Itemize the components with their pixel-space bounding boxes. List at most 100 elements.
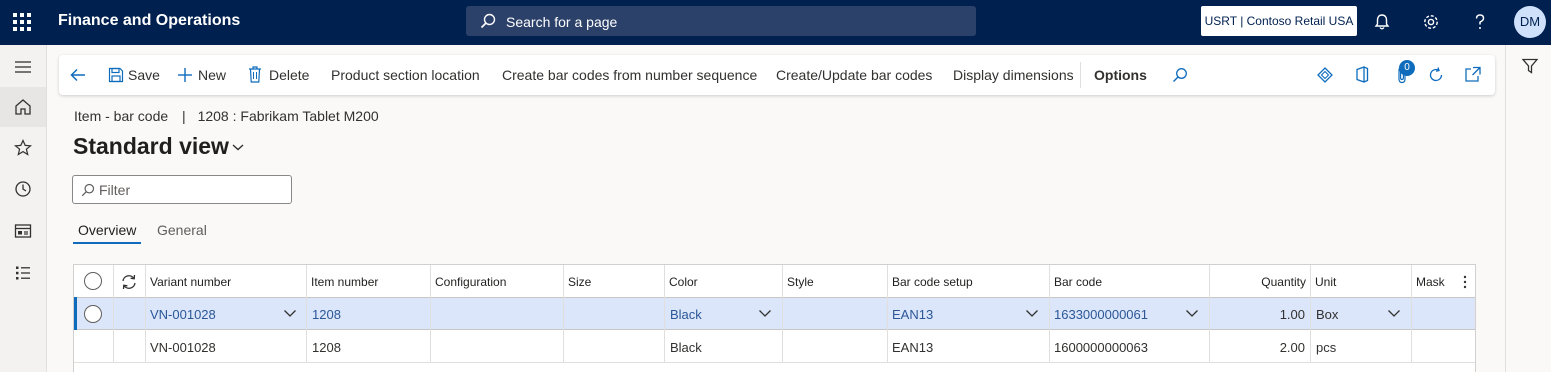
- delete-button[interactable]: Delete: [269, 67, 309, 83]
- cell-unit[interactable]: pcs: [1316, 340, 1336, 355]
- breadcrumb: Item - bar code | 1208 : Fabrikam Tablet…: [74, 108, 379, 124]
- filter-placeholder: Filter: [99, 182, 131, 198]
- create-update-bar-codes-button[interactable]: Create/Update bar codes: [776, 67, 932, 83]
- column-header-size[interactable]: Size: [568, 275, 591, 289]
- cell-color[interactable]: Black: [670, 340, 702, 355]
- save-button[interactable]: Save: [128, 67, 160, 83]
- attachment-count-badge: 0: [1399, 60, 1415, 76]
- column-header-mask[interactable]: Mask: [1416, 275, 1445, 289]
- selected-row-indicator: [74, 297, 77, 330]
- cell-bar-code[interactable]: 1600000000063: [1054, 340, 1148, 355]
- waffle-icon[interactable]: [12, 12, 32, 32]
- modules-list-icon[interactable]: [13, 263, 33, 283]
- column-header-bar-code[interactable]: Bar code: [1054, 275, 1102, 289]
- chevron-down-icon[interactable]: [283, 309, 297, 318]
- tab-general[interactable]: General: [157, 222, 207, 238]
- column-header-configuration[interactable]: Configuration: [435, 275, 506, 289]
- page-title[interactable]: Standard view: [73, 133, 229, 160]
- column-header-unit[interactable]: Unit: [1315, 275, 1336, 289]
- help-icon[interactable]: [1470, 12, 1490, 32]
- tab-selected-indicator: [73, 242, 141, 244]
- column-divider: [664, 265, 665, 363]
- cell-bar-code-setup[interactable]: EAN13: [892, 307, 933, 322]
- column-divider: [1209, 265, 1210, 363]
- refresh-icon[interactable]: [1427, 66, 1445, 84]
- gear-icon[interactable]: [1421, 12, 1441, 32]
- column-divider: [145, 265, 146, 363]
- column-divider: [113, 265, 114, 363]
- column-divider: [306, 265, 307, 363]
- power-apps-icon[interactable]: [1317, 67, 1333, 83]
- chevron-down-icon[interactable]: [231, 142, 245, 152]
- column-divider: [563, 265, 564, 363]
- new-button[interactable]: New: [198, 67, 226, 83]
- column-header-bar-code-setup[interactable]: Bar code setup: [892, 275, 973, 289]
- cell-variant-number[interactable]: VN-001028: [150, 307, 216, 322]
- column-header-variant-number[interactable]: Variant number: [150, 275, 231, 289]
- cell-item-number[interactable]: 1208: [312, 307, 341, 322]
- office-icon[interactable]: [1355, 66, 1369, 83]
- bar-code-grid: Variant number Item number Configuration…: [73, 264, 1476, 372]
- action-separator: [1080, 62, 1081, 88]
- save-icon: [108, 67, 124, 83]
- open-in-new-window-icon[interactable]: [1464, 66, 1482, 83]
- user-avatar[interactable]: DM: [1514, 6, 1546, 38]
- menu-icon[interactable]: [13, 57, 33, 77]
- bell-icon[interactable]: [1372, 12, 1392, 32]
- select-all-radio[interactable]: [84, 272, 102, 290]
- create-bar-codes-from-number-sequence-button[interactable]: Create bar codes from number sequence: [502, 67, 757, 83]
- cell-variant-number[interactable]: VN-001028: [150, 340, 216, 355]
- cell-bar-code-setup[interactable]: EAN13: [892, 340, 933, 355]
- product-section-location-button[interactable]: Product section location: [331, 67, 480, 83]
- column-divider: [1049, 265, 1050, 363]
- action-pane: Save New Delete Product section location…: [59, 55, 1495, 95]
- cell-unit[interactable]: Box: [1316, 307, 1338, 322]
- breadcrumb-record: 1208 : Fabrikam Tablet M200: [197, 108, 379, 124]
- back-icon[interactable]: [69, 66, 87, 84]
- star-icon[interactable]: [13, 138, 33, 158]
- column-divider: [430, 265, 431, 363]
- column-header-quantity[interactable]: Quantity: [1214, 275, 1306, 289]
- row-select-radio[interactable]: [84, 305, 102, 323]
- filter-funnel-icon[interactable]: [1521, 57, 1539, 75]
- column-divider: [1310, 265, 1311, 363]
- home-icon[interactable]: [13, 97, 33, 117]
- chevron-down-icon[interactable]: [1387, 309, 1401, 318]
- cell-item-number[interactable]: 1208: [312, 340, 341, 355]
- clock-icon[interactable]: [13, 179, 33, 199]
- action-search-icon[interactable]: [1172, 67, 1188, 83]
- chevron-down-icon[interactable]: [758, 309, 772, 318]
- breadcrumb-form: Item - bar code: [74, 108, 169, 124]
- column-divider: [1411, 265, 1412, 363]
- column-divider: [887, 265, 888, 363]
- cell-color[interactable]: Black: [670, 307, 702, 322]
- column-header-style[interactable]: Style: [787, 275, 814, 289]
- search-placeholder: Search for a page: [506, 14, 618, 30]
- tab-overview[interactable]: Overview: [78, 222, 136, 238]
- top-bar: Finance and Operations Search for a page…: [0, 0, 1551, 45]
- left-nav-pane: [0, 45, 47, 372]
- options-tab[interactable]: Options: [1094, 67, 1147, 83]
- right-pane: [1505, 45, 1551, 372]
- grid-refresh-icon[interactable]: [120, 273, 138, 291]
- column-header-color[interactable]: Color: [669, 275, 698, 289]
- plus-icon: [178, 68, 192, 82]
- page-search-box[interactable]: Search for a page: [466, 6, 976, 36]
- cell-bar-code[interactable]: 1633000000061: [1054, 307, 1148, 322]
- chevron-down-icon[interactable]: [1185, 309, 1199, 318]
- more-options-icon[interactable]: [1462, 274, 1468, 290]
- app-title[interactable]: Finance and Operations: [58, 12, 240, 30]
- column-header-item-number[interactable]: Item number: [311, 275, 378, 289]
- workspace-icon[interactable]: [13, 221, 33, 241]
- filter-search-icon: [81, 183, 95, 197]
- search-icon: [480, 13, 496, 29]
- column-divider: [782, 265, 783, 363]
- filter-input[interactable]: Filter: [72, 175, 292, 204]
- trash-icon: [249, 66, 261, 83]
- breadcrumb-separator: |: [182, 108, 186, 124]
- cell-quantity[interactable]: 2.00: [1214, 340, 1305, 355]
- company-picker[interactable]: USRT | Contoso Retail USA: [1201, 6, 1357, 36]
- chevron-down-icon[interactable]: [1025, 309, 1039, 318]
- cell-quantity[interactable]: 1.00: [1214, 307, 1305, 322]
- display-dimensions-button[interactable]: Display dimensions: [953, 67, 1074, 83]
